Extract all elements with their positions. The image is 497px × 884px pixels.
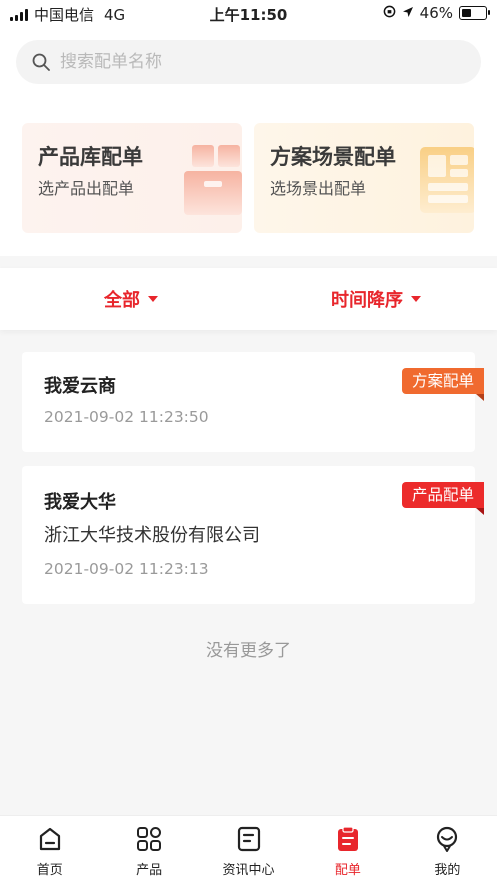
filter-bar: 全部 时间降序 (0, 268, 497, 330)
scene-grid-icon (416, 141, 474, 221)
card-title: 产品库配单 (38, 145, 143, 169)
location-arrow-icon (402, 4, 414, 22)
tab-label: 资讯中心 (222, 863, 275, 878)
order-company: 浙江大华技术股份有限公司 (44, 525, 260, 546)
sort-label: 时间降序 (331, 290, 403, 311)
tab-products[interactable]: 产品 (99, 816, 198, 884)
caret-down-icon (411, 296, 421, 302)
bottom-tab-bar: 首页 产品 资讯中心 配单 我的 (0, 815, 497, 884)
order-date: 2021-09-02 11:23:13 (44, 560, 209, 578)
caret-down-icon (148, 296, 158, 302)
tab-label: 产品 (136, 863, 163, 878)
order-name: 我爱云商 (44, 376, 116, 397)
card-subtitle: 选场景出配单 (270, 179, 367, 198)
card-title: 方案场景配单 (270, 145, 396, 169)
tab-label: 我的 (434, 863, 461, 878)
order-list-item[interactable]: 我爱大华 浙江大华技术股份有限公司 2021-09-02 11:23:13 产品… (22, 466, 485, 604)
filter-all-label: 全部 (104, 290, 140, 311)
battery-fill (462, 9, 472, 17)
tab-news-center[interactable]: 资讯中心 (199, 816, 298, 884)
clipboard-icon (335, 826, 361, 856)
status-right: 46% (383, 4, 490, 22)
order-list-item[interactable]: 我爱云商 2021-09-02 11:23:50 方案配单 (22, 352, 485, 452)
battery-percent: 46% (419, 4, 453, 22)
sort-time-dropdown[interactable]: 时间降序 (331, 286, 421, 312)
scene-order-card[interactable]: 方案场景配单 选场景出配单 (254, 123, 474, 233)
filter-all-dropdown[interactable]: 全部 (104, 286, 158, 312)
tab-home[interactable]: 首页 (0, 816, 99, 884)
tab-label: 首页 (36, 863, 63, 878)
tab-label: 配单 (334, 863, 361, 878)
tab-orders[interactable]: 配单 (298, 816, 397, 884)
home-icon (37, 826, 63, 856)
order-name: 我爱大华 (44, 492, 116, 513)
order-type-badge: 方案配单 (401, 368, 485, 401)
status-bar: 中国电信 4G 上午11:50 46% (0, 0, 497, 26)
product-library-order-card[interactable]: 产品库配单 选产品出配单 (22, 123, 242, 233)
top-section: 产品库配单 选产品出配单 方案场景配单 选场景出配单 (0, 26, 497, 256)
search-input[interactable] (58, 51, 442, 73)
search-bar[interactable] (16, 40, 481, 84)
no-more-text: 没有更多了 (206, 641, 291, 661)
user-icon (434, 826, 460, 856)
orientation-lock-icon (383, 4, 396, 22)
order-type-badge: 产品配单 (401, 482, 485, 515)
battery-icon (459, 6, 490, 20)
package-box-icon (182, 141, 242, 221)
search-icon (16, 53, 50, 71)
card-subtitle: 选产品出配单 (38, 179, 135, 198)
document-icon (236, 826, 262, 856)
tab-me[interactable]: 我的 (398, 816, 497, 884)
order-date: 2021-09-02 11:23:50 (44, 408, 209, 426)
grid-icon (136, 826, 162, 856)
